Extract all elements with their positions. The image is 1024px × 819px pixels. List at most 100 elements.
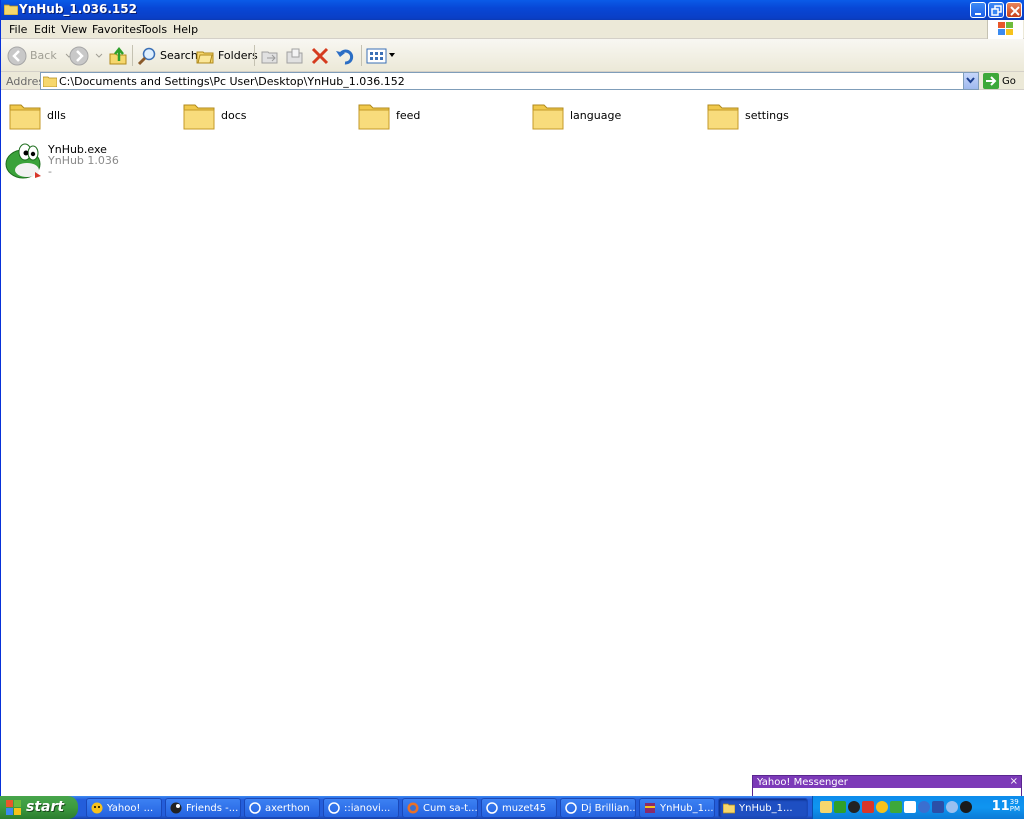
folder-item-settings[interactable]: settings xyxy=(707,99,789,131)
windows-flag-icon xyxy=(6,800,21,815)
folder-item-docs[interactable]: docs xyxy=(183,99,247,131)
delete-icon xyxy=(311,47,329,64)
task-axerthon[interactable]: axerthon xyxy=(244,798,320,818)
toolbar-separator xyxy=(132,45,133,66)
chevron-down-icon xyxy=(966,77,975,84)
task-muzet45[interactable]: muzet45 xyxy=(481,798,557,818)
task-yahoo[interactable]: Yahoo! ... xyxy=(86,798,162,818)
system-tray: 1139 PM xyxy=(812,796,1024,819)
go-label: Go xyxy=(1002,75,1016,87)
restore-button[interactable] xyxy=(988,2,1004,18)
menu-edit[interactable]: Edit xyxy=(34,23,55,36)
chevron-down-icon xyxy=(389,53,395,57)
menu-help[interactable]: Help xyxy=(173,23,198,36)
address-dropdown-button[interactable] xyxy=(963,73,978,89)
search-label: Search xyxy=(160,49,198,62)
folder-item-dlls[interactable]: dlls xyxy=(9,99,66,131)
copy-to-button[interactable] xyxy=(284,44,304,67)
task-label: ::ianovi... xyxy=(344,802,391,814)
steam-icon xyxy=(170,802,182,814)
tray-antivirus-icon[interactable] xyxy=(862,801,874,813)
close-icon xyxy=(1010,6,1020,16)
popup-close-button[interactable]: × xyxy=(1010,776,1018,787)
windows-flag-icon xyxy=(998,22,1013,35)
task-label: YnHub_1... xyxy=(660,802,714,814)
tray-app-icon[interactable] xyxy=(932,801,944,813)
forward-button[interactable] xyxy=(69,44,103,67)
folder-item-feed[interactable]: feed xyxy=(358,99,420,131)
file-details: YnHub.exe YnHub 1.036 - xyxy=(48,144,119,177)
task-label: Friends -... xyxy=(186,802,239,814)
back-button[interactable]: Back xyxy=(7,44,73,67)
chat-link-icon xyxy=(565,802,577,814)
start-button[interactable]: start xyxy=(0,796,78,819)
minimize-button[interactable] xyxy=(970,2,986,18)
tray-folder-icon[interactable] xyxy=(820,801,832,813)
task-label: Yahoo! ... xyxy=(107,802,154,814)
window-title: YnHub_1.036.152 xyxy=(19,2,137,16)
move-to-button[interactable] xyxy=(259,44,279,67)
popup-title: Yahoo! Messenger xyxy=(757,777,848,788)
popup-body xyxy=(753,788,1021,796)
menu-file[interactable]: File xyxy=(9,23,27,36)
task-label: YnHub_1... xyxy=(739,802,793,814)
folders-button[interactable]: Folders xyxy=(195,44,258,67)
clock-ampm: PM xyxy=(1009,805,1020,813)
tray-speaker-icon[interactable] xyxy=(946,801,958,813)
go-button[interactable]: Go xyxy=(983,73,1016,89)
tray-yahoo-icon[interactable] xyxy=(876,801,888,813)
back-arrow-icon xyxy=(7,46,27,65)
folder-icon xyxy=(183,104,215,130)
views-button[interactable] xyxy=(366,44,395,67)
up-folder-icon xyxy=(109,46,127,64)
folder-icon xyxy=(723,803,735,814)
folder-name: docs xyxy=(221,108,247,122)
menu-view[interactable]: View xyxy=(61,23,87,36)
views-icon xyxy=(366,48,387,63)
menu-bar: File Edit View Favorites Tools Help xyxy=(1,20,1024,39)
menu-favorites[interactable]: Favorites xyxy=(92,23,142,36)
task-label: axerthon xyxy=(265,802,310,814)
forward-arrow-icon xyxy=(69,46,89,65)
task-ynhub-1[interactable]: YnHub_1... xyxy=(639,798,715,818)
folder-name: feed xyxy=(396,108,421,122)
title-bar[interactable]: YnHub_1.036.152 xyxy=(1,0,1024,20)
task-ianovi[interactable]: ::ianovi... xyxy=(323,798,399,818)
task-friends[interactable]: Friends -... xyxy=(165,798,241,818)
tray-info-icon[interactable] xyxy=(918,801,930,813)
task-label: Dj Brillian... xyxy=(581,802,636,814)
address-input[interactable]: C:\Documents and Settings\Pc User\Deskto… xyxy=(40,72,979,90)
file-item-ynhub-exe[interactable]: YnHub.exe YnHub 1.036 - xyxy=(5,142,205,182)
task-ynhub-2[interactable]: YnHub_1... xyxy=(718,798,808,818)
folders-icon xyxy=(196,51,214,63)
folder-icon xyxy=(532,104,564,130)
yahoo-messenger-popup[interactable]: Yahoo! Messenger × xyxy=(752,775,1022,796)
clock[interactable]: 1139 PM xyxy=(992,799,1020,815)
windows-logo xyxy=(987,20,1023,39)
undo-button[interactable] xyxy=(335,44,355,67)
folder-item-language[interactable]: language xyxy=(532,99,621,131)
folder-icon xyxy=(707,104,739,130)
yahoo-smiley-icon xyxy=(91,802,103,814)
address-path: C:\Documents and Settings\Pc User\Deskto… xyxy=(59,75,405,88)
tray-h-icon[interactable] xyxy=(834,801,846,813)
task-cum-sa-t[interactable]: Cum sa-t... xyxy=(402,798,478,818)
search-button[interactable]: Search xyxy=(137,44,198,67)
close-button[interactable] xyxy=(1006,2,1022,18)
chat-link-icon xyxy=(249,802,261,814)
folders-label: Folders xyxy=(218,49,258,62)
go-arrow-icon xyxy=(983,73,999,89)
delete-button[interactable] xyxy=(310,44,330,67)
toolbar-separator xyxy=(254,45,255,66)
up-folder-button[interactable] xyxy=(108,44,128,67)
tray-steam-icon[interactable] xyxy=(848,801,860,813)
toolbar-separator xyxy=(361,45,362,66)
tray-media-icon[interactable] xyxy=(960,801,972,813)
winrar-icon xyxy=(645,803,655,813)
menu-tools[interactable]: Tools xyxy=(140,23,167,36)
tray-play-icon[interactable] xyxy=(890,801,902,813)
folder-icon xyxy=(43,76,57,87)
file-description: YnHub 1.036 xyxy=(48,154,119,167)
tray-network-icon[interactable] xyxy=(904,801,916,813)
task-dj-brillian[interactable]: Dj Brillian... xyxy=(560,798,636,818)
